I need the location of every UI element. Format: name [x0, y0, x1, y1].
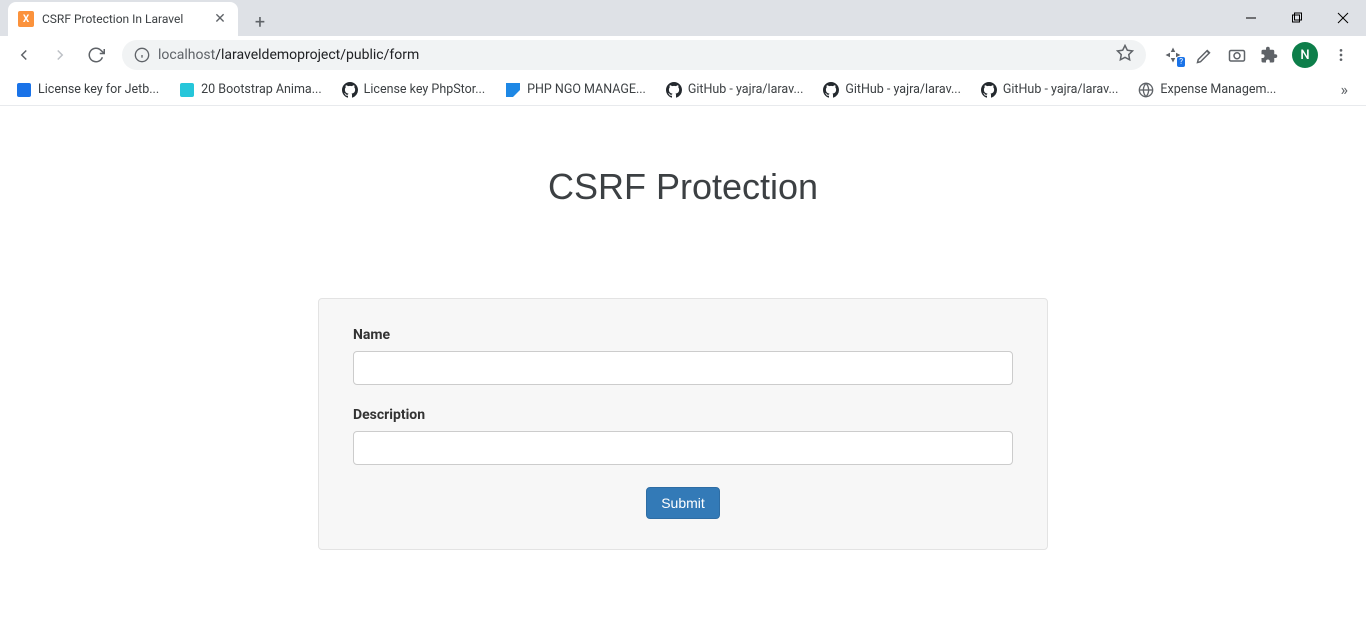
page-heading: CSRF Protection	[0, 166, 1366, 208]
bookmark-item[interactable]: 20 Bootstrap Anima...	[171, 78, 329, 102]
tab-close-icon[interactable]: ✕	[212, 11, 228, 27]
extensions-puzzle-icon[interactable]	[1260, 46, 1278, 64]
site-info-icon[interactable]	[134, 47, 150, 63]
name-label: Name	[353, 327, 1013, 343]
bookmark-label: Expense Managem...	[1160, 82, 1276, 97]
camera-extension-icon[interactable]	[1228, 46, 1246, 64]
browser-menu-icon[interactable]	[1332, 46, 1350, 64]
bookmark-favicon-icon	[179, 82, 195, 98]
maximize-button[interactable]	[1274, 0, 1320, 36]
form-card: Name Description Submit	[318, 298, 1048, 550]
browser-chrome: X CSRF Protection In Laravel ✕ + localho…	[0, 0, 1366, 106]
bookmark-item[interactable]: License key PhpStor...	[334, 78, 493, 102]
page-content: CSRF Protection Name Description Submit	[0, 106, 1366, 610]
reload-button[interactable]	[80, 39, 112, 71]
globe-icon	[1138, 82, 1154, 98]
bookmark-label: License key PhpStor...	[364, 82, 485, 97]
back-button[interactable]	[8, 39, 40, 71]
bookmark-label: License key for Jetb...	[38, 82, 159, 97]
name-form-group: Name	[353, 327, 1013, 385]
address-bar[interactable]: localhost/laraveldemoproject/public/form	[122, 40, 1146, 70]
tab-title: CSRF Protection In Laravel	[42, 12, 204, 26]
bookmark-star-icon[interactable]	[1116, 44, 1134, 66]
browser-tab[interactable]: X CSRF Protection In Laravel ✕	[8, 2, 238, 36]
bookmark-item[interactable]: GitHub - yajra/larav...	[815, 78, 969, 102]
bookmark-item[interactable]: PHP NGO MANAGE...	[497, 78, 654, 102]
bookmark-label: GitHub - yajra/larav...	[845, 82, 961, 97]
submit-button[interactable]: Submit	[646, 487, 720, 519]
translate-extension-icon[interactable]: ?	[1164, 46, 1182, 64]
bookmark-favicon-icon	[505, 82, 521, 98]
bookmark-item[interactable]: GitHub - yajra/larav...	[658, 78, 812, 102]
github-icon	[981, 82, 997, 98]
bookmark-item[interactable]: License key for Jetb...	[8, 78, 167, 102]
bookmark-item[interactable]: GitHub - yajra/larav...	[973, 78, 1127, 102]
bookmark-label: 20 Bootstrap Anima...	[201, 82, 321, 97]
bookmark-item[interactable]: Expense Managem...	[1130, 78, 1284, 102]
github-icon	[666, 82, 682, 98]
new-tab-button[interactable]: +	[246, 8, 274, 36]
bookmark-favicon-icon	[16, 82, 32, 98]
forward-button[interactable]	[44, 39, 76, 71]
bookmarks-bar: License key for Jetb... 20 Bootstrap Ani…	[0, 74, 1366, 106]
name-input[interactable]	[353, 351, 1013, 385]
xampp-favicon-icon: X	[18, 11, 34, 27]
extension-icons: ? N	[1156, 42, 1358, 68]
github-icon	[342, 82, 358, 98]
description-form-group: Description	[353, 407, 1013, 465]
tab-strip: X CSRF Protection In Laravel ✕ +	[0, 0, 1366, 36]
url-text: localhost/laraveldemoproject/public/form	[158, 47, 419, 63]
bookmark-label: PHP NGO MANAGE...	[527, 82, 646, 97]
close-window-button[interactable]	[1320, 0, 1366, 36]
bookmark-label: GitHub - yajra/larav...	[688, 82, 804, 97]
bookmarks-overflow-icon[interactable]: »	[1331, 76, 1359, 103]
profile-avatar[interactable]: N	[1292, 42, 1318, 68]
bookmark-label: GitHub - yajra/larav...	[1003, 82, 1119, 97]
color-picker-extension-icon[interactable]	[1196, 46, 1214, 64]
github-icon	[823, 82, 839, 98]
description-label: Description	[353, 407, 1013, 423]
minimize-button[interactable]	[1228, 0, 1274, 36]
window-controls	[1228, 0, 1366, 36]
browser-toolbar: localhost/laraveldemoproject/public/form…	[0, 36, 1366, 74]
description-input[interactable]	[353, 431, 1013, 465]
